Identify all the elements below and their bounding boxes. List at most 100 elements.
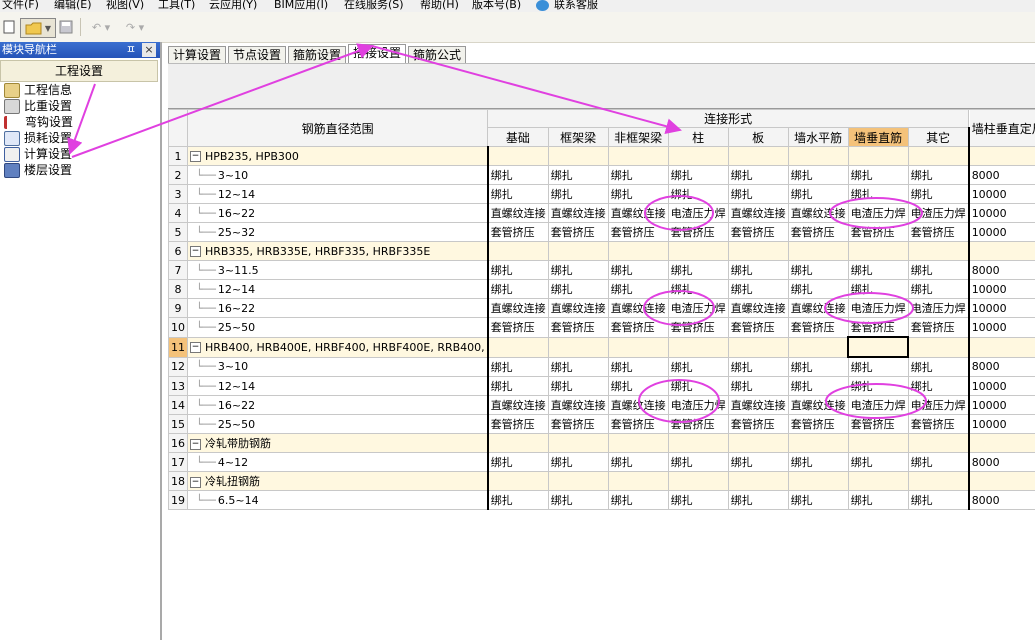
connection-cell[interactable]: 绑扎	[728, 377, 788, 396]
connection-cell[interactable]: 直螺纹连接	[728, 204, 788, 223]
connection-cell[interactable]: 绑扎	[488, 261, 549, 280]
connection-cell[interactable]: 绑扎	[488, 491, 549, 510]
length-cell[interactable]	[969, 147, 1035, 166]
connection-cell[interactable]: 套管挤压	[728, 415, 788, 434]
table-row[interactable]: 18−冷轧扭钢筋	[169, 472, 1035, 491]
connection-cell[interactable]: 绑扎	[788, 377, 848, 396]
connection-cell[interactable]	[548, 472, 608, 491]
connection-cell[interactable]: 绑扎	[908, 261, 969, 280]
connection-cell[interactable]: 绑扎	[848, 261, 908, 280]
connection-cell[interactable]: 绑扎	[788, 280, 848, 299]
connection-cell[interactable]: 绑扎	[548, 185, 608, 204]
connection-cell[interactable]: 绑扎	[788, 185, 848, 204]
connection-cell[interactable]: 电渣压力焊	[668, 299, 728, 318]
diameter-range-cell[interactable]: └──16~22	[188, 396, 488, 415]
connection-cell[interactable]: 绑扎	[488, 185, 549, 204]
connection-cell[interactable]: 绑扎	[488, 166, 549, 185]
diameter-range-cell[interactable]: −HRB400, HRB400E, HRBF400, HRBF400E, RRB…	[188, 337, 488, 357]
connection-cell[interactable]	[668, 242, 728, 261]
connection-cell[interactable]: 绑扎	[548, 453, 608, 472]
connection-cell[interactable]: 绑扎	[848, 357, 908, 377]
table-row[interactable]: 10└──25~50套管挤压套管挤压套管挤压套管挤压套管挤压套管挤压套管挤压套管…	[169, 318, 1035, 338]
connection-cell[interactable]: 绑扎	[548, 280, 608, 299]
connection-cell[interactable]: 套管挤压	[608, 318, 668, 338]
connection-cell[interactable]: 绑扎	[548, 491, 608, 510]
connection-cell[interactable]: 绑扎	[908, 453, 969, 472]
connection-cell[interactable]: 绑扎	[728, 280, 788, 299]
diameter-range-cell[interactable]: └──16~22	[188, 299, 488, 318]
tab-calc-settings[interactable]: 计算设置	[168, 46, 226, 64]
diameter-range-cell[interactable]: └──25~32	[188, 223, 488, 242]
length-cell[interactable]: 10000	[969, 318, 1035, 338]
connection-cell[interactable]: 绑扎	[908, 357, 969, 377]
connection-cell[interactable]: 绑扎	[608, 185, 668, 204]
connection-cell[interactable]: 绑扎	[788, 491, 848, 510]
connection-cell[interactable]: 直螺纹连接	[788, 299, 848, 318]
connection-cell[interactable]	[488, 472, 549, 491]
connection-cell[interactable]	[848, 434, 908, 453]
connection-cell[interactable]	[608, 434, 668, 453]
diameter-range-cell[interactable]: └──6.5~14	[188, 491, 488, 510]
nav-item-calc[interactable]: 计算设置	[0, 146, 160, 162]
connection-cell[interactable]: 绑扎	[608, 453, 668, 472]
diameter-range-cell[interactable]: −HRB335, HRB335E, HRBF335, HRBF335E	[188, 242, 488, 261]
connection-cell[interactable]: 绑扎	[848, 166, 908, 185]
connection-cell[interactable]: 套管挤压	[488, 318, 549, 338]
connection-cell[interactable]: 套管挤压	[728, 223, 788, 242]
connection-cell[interactable]	[728, 434, 788, 453]
collapse-icon[interactable]: −	[190, 151, 201, 162]
open-file-button[interactable]: ▼	[20, 18, 56, 38]
connection-cell[interactable]: 电渣压力焊	[668, 204, 728, 223]
length-cell[interactable]	[969, 472, 1035, 491]
menu-view[interactable]: 视图(V)	[106, 0, 144, 12]
menu-tools[interactable]: 工具(T)	[158, 0, 195, 12]
connection-cell[interactable]	[548, 434, 608, 453]
diameter-range-cell[interactable]: └──3~10	[188, 357, 488, 377]
table-row[interactable]: 2└──3~10绑扎绑扎绑扎绑扎绑扎绑扎绑扎绑扎8000	[169, 166, 1035, 185]
length-cell[interactable]: 10000	[969, 204, 1035, 223]
connection-cell[interactable]: 套管挤压	[668, 223, 728, 242]
save-icon[interactable]	[58, 18, 74, 36]
connection-cell[interactable]	[728, 337, 788, 357]
collapse-icon[interactable]: −	[190, 439, 201, 450]
connection-cell[interactable]	[488, 242, 549, 261]
length-cell[interactable]: 10000	[969, 280, 1035, 299]
connection-cell[interactable]: 套管挤压	[668, 318, 728, 338]
connection-cell[interactable]: 直螺纹连接	[788, 396, 848, 415]
connection-cell[interactable]: 绑扎	[908, 280, 969, 299]
undo-icon[interactable]: ↶ ▾	[86, 18, 116, 36]
table-row[interactable]: 14└──16~22直螺纹连接直螺纹连接直螺纹连接电渣压力焊直螺纹连接直螺纹连接…	[169, 396, 1035, 415]
menu-cloud[interactable]: 云应用(Y)	[209, 0, 257, 12]
connection-cell[interactable]: 绑扎	[848, 377, 908, 396]
connection-cell[interactable]: 套管挤压	[548, 318, 608, 338]
connection-cell[interactable]: 电渣压力焊	[848, 396, 908, 415]
length-cell[interactable]: 10000	[969, 223, 1035, 242]
nav-item-hook[interactable]: 弯钩设置	[0, 114, 160, 130]
nav-item-project-info[interactable]: 工程信息	[0, 82, 160, 98]
diameter-range-cell[interactable]: └──4~12	[188, 453, 488, 472]
connection-cell[interactable]: 绑扎	[788, 166, 848, 185]
connection-cell[interactable]	[908, 242, 969, 261]
diameter-range-cell[interactable]: └──25~50	[188, 318, 488, 338]
connection-cell[interactable]: 绑扎	[668, 491, 728, 510]
connection-cell[interactable]: 套管挤压	[728, 318, 788, 338]
connection-cell[interactable]: 直螺纹连接	[488, 204, 549, 223]
connection-cell[interactable]: 绑扎	[668, 280, 728, 299]
table-row[interactable]: 15└──25~50套管挤压套管挤压套管挤压套管挤压套管挤压套管挤压套管挤压套管…	[169, 415, 1035, 434]
connection-cell[interactable]: 绑扎	[608, 280, 668, 299]
connection-cell[interactable]	[548, 242, 608, 261]
connection-cell[interactable]: 绑扎	[548, 261, 608, 280]
connection-cell[interactable]: 套管挤压	[788, 415, 848, 434]
connection-cell[interactable]: 绑扎	[788, 261, 848, 280]
connection-cell[interactable]: 绑扎	[848, 453, 908, 472]
length-cell[interactable]: 8000	[969, 357, 1035, 377]
connection-cell[interactable]: 绑扎	[548, 357, 608, 377]
length-cell[interactable]: 8000	[969, 453, 1035, 472]
length-cell[interactable]	[969, 242, 1035, 261]
connection-cell[interactable]: 绑扎	[848, 280, 908, 299]
tab-node-settings[interactable]: 节点设置	[228, 46, 286, 64]
connection-cell[interactable]	[668, 147, 728, 166]
connection-cell[interactable]: 绑扎	[668, 453, 728, 472]
length-cell[interactable]: 8000	[969, 261, 1035, 280]
connection-cell[interactable]: 绑扎	[608, 261, 668, 280]
